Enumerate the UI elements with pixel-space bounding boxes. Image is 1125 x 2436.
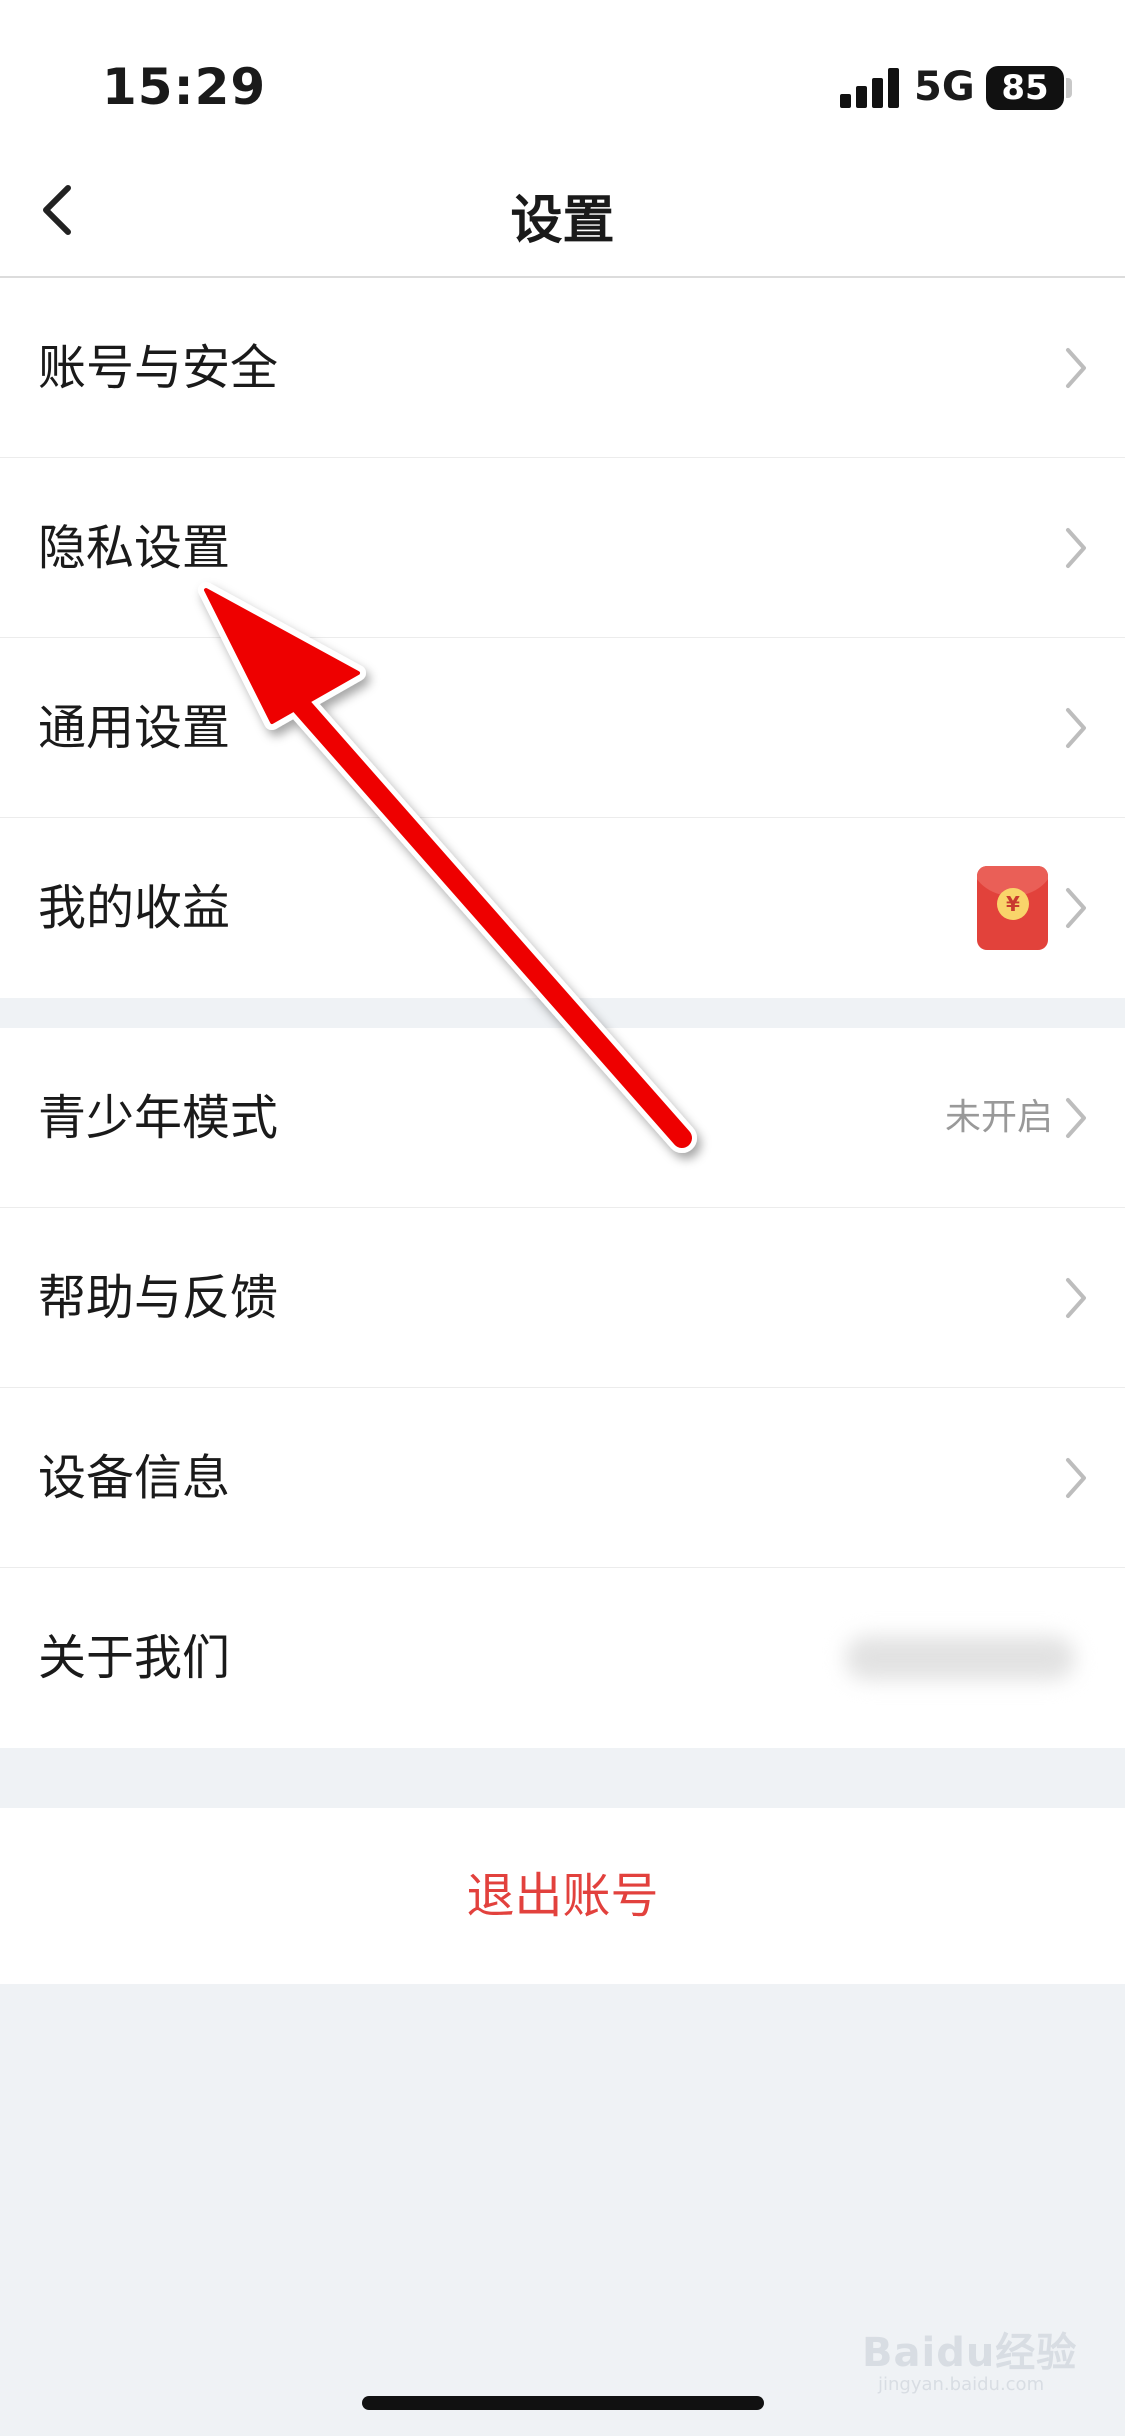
row-label: 青少年模式 [38, 1090, 279, 1146]
row-label: 帮助与反馈 [38, 1270, 279, 1326]
chevron-right-icon [1066, 888, 1086, 928]
row-label: 通用设置 [38, 700, 231, 756]
network-type: 5G [914, 64, 975, 110]
watermark-logo: Baidu经验 [862, 2330, 1078, 2376]
chevron-right-icon [1066, 528, 1086, 568]
status-time: 15:29 [102, 58, 267, 116]
cellular-signal-icon [840, 68, 900, 108]
row-label: 我的收益 [38, 880, 231, 936]
row-label: 隐私设置 [38, 520, 231, 576]
logout-label: 退出账号 [466, 1868, 659, 1924]
row-label: 关于我们 [38, 1630, 231, 1686]
page-title: 设置 [510, 191, 615, 251]
top-bar: 15:29 5G 85 设置 [0, 0, 1125, 278]
logout-button[interactable]: 退出账号 [0, 1808, 1125, 1984]
battery-level: 85 [1001, 68, 1049, 108]
row-account-security[interactable]: 账号与安全 [0, 278, 1125, 458]
red-packet-icon: ¥ [977, 866, 1048, 950]
row-label: 账号与安全 [38, 340, 279, 396]
yuan-coin-icon: ¥ [997, 888, 1029, 920]
row-privacy-settings[interactable]: 隐私设置 [0, 458, 1125, 638]
chevron-right-icon [1066, 708, 1086, 748]
battery-tip [1066, 78, 1072, 98]
row-help-feedback[interactable]: 帮助与反馈 [0, 1208, 1125, 1388]
settings-group-primary: 账号与安全 隐私设置 通用设置 我的收益 ¥ [0, 278, 1125, 998]
watermark-url: jingyan.baidu.com [878, 2374, 1045, 2395]
battery-icon: 85 [986, 66, 1064, 110]
chevron-right-icon [1066, 348, 1086, 388]
chevron-right-icon [1066, 1278, 1086, 1318]
home-indicator [362, 2396, 764, 2410]
row-about-us[interactable]: 关于我们 [0, 1568, 1125, 1748]
teen-mode-status: 未开启 [944, 1097, 1053, 1138]
row-my-earnings[interactable]: 我的收益 ¥ [0, 818, 1125, 998]
settings-group-secondary: 青少年模式 未开启 帮助与反馈 设备信息 关于我们 [0, 1028, 1125, 1748]
row-label: 设备信息 [38, 1450, 231, 1506]
row-teen-mode[interactable]: 青少年模式 未开启 [0, 1028, 1125, 1208]
chevron-right-icon [1066, 1458, 1086, 1498]
row-device-info[interactable]: 设备信息 [0, 1388, 1125, 1568]
blurred-version-text [845, 1636, 1075, 1680]
row-general-settings[interactable]: 通用设置 [0, 638, 1125, 818]
chevron-right-icon [1066, 1098, 1086, 1138]
